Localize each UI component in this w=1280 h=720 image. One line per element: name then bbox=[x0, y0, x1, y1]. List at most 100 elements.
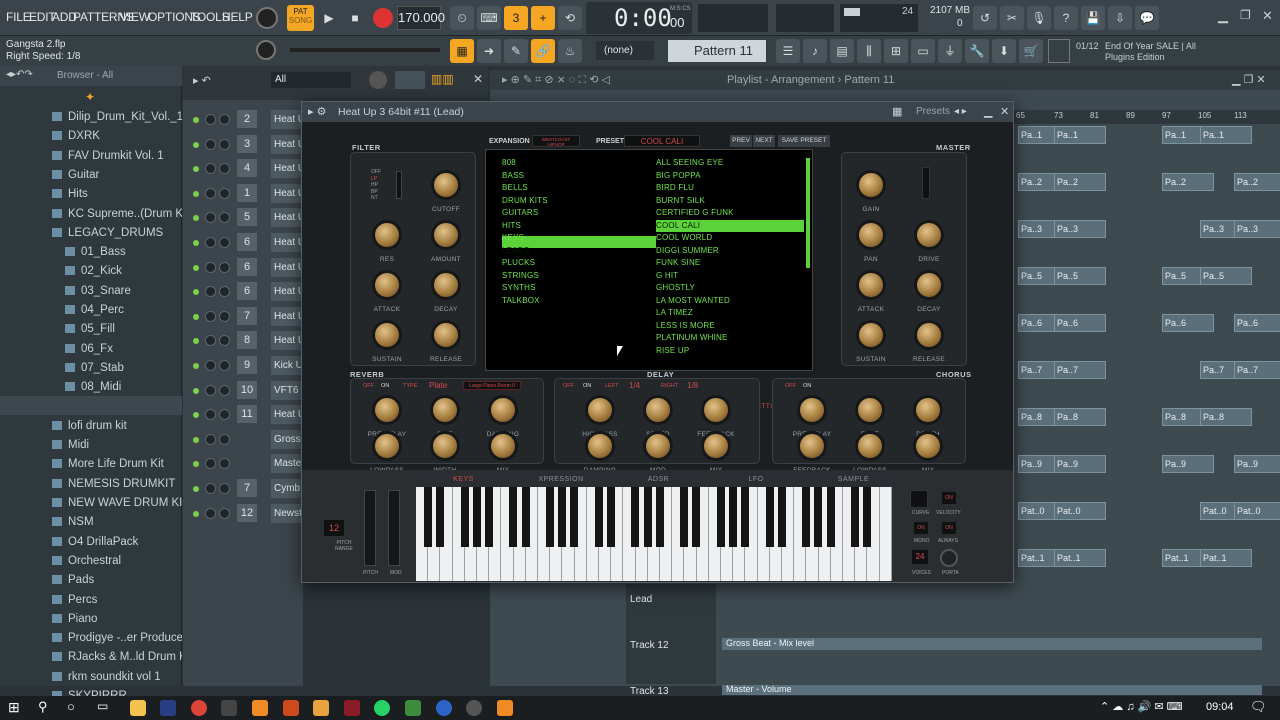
channel-vol-knob[interactable] bbox=[219, 187, 230, 199]
channel-name[interactable]: Master bbox=[271, 454, 303, 474]
master-volume-knob[interactable] bbox=[256, 7, 278, 29]
plug-icon[interactable]: ⏚ bbox=[938, 39, 962, 63]
pencil-icon[interactable]: ✎ bbox=[504, 39, 528, 63]
kb-tab-keys[interactable]: KEYS bbox=[416, 472, 511, 488]
channel-pan-knob[interactable] bbox=[205, 409, 216, 421]
menu-help[interactable]: HELP bbox=[222, 10, 253, 24]
graph-icon[interactable] bbox=[395, 71, 425, 89]
channel-pan-knob[interactable] bbox=[205, 433, 216, 445]
filter-mode-off[interactable]: OFF bbox=[371, 169, 381, 175]
menu-file[interactable]: FILE bbox=[6, 10, 31, 24]
channel-row[interactable]: 10 VFT6 8 bbox=[183, 379, 303, 403]
save-preset-button[interactable]: SAVE PRESET bbox=[778, 135, 830, 147]
channel-pan-knob[interactable] bbox=[205, 335, 216, 347]
browser-item[interactable]: 08_Midi bbox=[0, 378, 182, 397]
piano-roll-icon[interactable]: ♪ bbox=[803, 39, 827, 63]
filter-mode-bp[interactable]: BP bbox=[371, 189, 378, 195]
pitch-wheel[interactable] bbox=[364, 490, 376, 566]
playlist-clip[interactable]: Pa..1 bbox=[1200, 126, 1252, 144]
channel-row[interactable]: 7 Heat U bbox=[183, 305, 303, 329]
channel-row[interactable]: 6 Heat U bbox=[183, 256, 303, 280]
playlist-clip[interactable]: Pat..1 bbox=[1054, 549, 1106, 567]
browser-item[interactable]: 07_Stab bbox=[0, 359, 182, 378]
play-icon[interactable]: ▶ bbox=[317, 6, 341, 30]
delay-k0-knob[interactable] bbox=[588, 398, 612, 422]
channel-number[interactable]: 10 bbox=[237, 380, 257, 399]
clip-gross-beat[interactable]: Gross Beat - Mix level bbox=[722, 638, 1262, 650]
channel-number[interactable]: 7 bbox=[237, 306, 257, 325]
release-knob[interactable] bbox=[434, 323, 458, 347]
close-icon[interactable]: ✕ bbox=[1262, 8, 1273, 24]
presets-label[interactable]: Presets bbox=[916, 102, 950, 122]
preset-nav-icon[interactable]: ◂ ▸ bbox=[954, 102, 967, 122]
browser-item[interactable]: Midi bbox=[0, 436, 182, 455]
track-lead[interactable]: Lead bbox=[630, 594, 652, 605]
channel-number[interactable]: 2 bbox=[237, 110, 257, 128]
category-item[interactable]: GUITARS bbox=[502, 208, 538, 217]
channel-vol-knob[interactable] bbox=[219, 433, 230, 445]
kb-tab-adsr[interactable]: ADSR bbox=[611, 472, 706, 488]
kb-tab-lfo[interactable]: LFO bbox=[708, 472, 804, 488]
chorus-k5-knob[interactable] bbox=[916, 434, 940, 458]
swing-knob[interactable] bbox=[369, 71, 387, 89]
channel-vol-knob[interactable] bbox=[219, 409, 230, 421]
black-key[interactable] bbox=[607, 487, 615, 547]
cortana-icon[interactable]: ○ bbox=[67, 699, 75, 714]
master-release-knob[interactable] bbox=[917, 323, 941, 347]
stop-icon[interactable]: ■ bbox=[343, 6, 367, 30]
time-display[interactable]: 0:00 M:S:CS 00 bbox=[586, 2, 692, 34]
channel-row[interactable]: 2 Heat U bbox=[183, 108, 303, 132]
chrome-icon[interactable] bbox=[191, 700, 207, 716]
black-key[interactable] bbox=[643, 487, 652, 547]
back-icon[interactable]: ◂▸↶↷ bbox=[6, 69, 33, 80]
song-position-slider[interactable] bbox=[290, 48, 440, 52]
chorus-k3-knob[interactable] bbox=[800, 434, 824, 458]
channel-led[interactable] bbox=[193, 289, 199, 296]
preset-item[interactable]: PLATINUM WHINE bbox=[656, 333, 728, 342]
loop-record-icon[interactable]: ⟲ bbox=[558, 6, 582, 30]
channel-row[interactable]: 9 Kick U bbox=[183, 354, 303, 378]
preset-item[interactable]: GHOSTLY bbox=[656, 283, 695, 292]
folder-icon[interactable] bbox=[313, 700, 329, 716]
channel-name[interactable]: Heat U bbox=[271, 159, 303, 179]
metronome-icon[interactable]: ⏲ bbox=[450, 6, 474, 30]
amount-knob[interactable] bbox=[434, 223, 458, 247]
countdown-icon[interactable]: 3 bbox=[504, 6, 528, 30]
piano-icon[interactable]: ▦ bbox=[450, 39, 474, 63]
channel-name[interactable]: Cymb. bbox=[271, 479, 303, 498]
category-item[interactable]: DRUM KITS bbox=[502, 196, 548, 205]
channel-name[interactable]: Heat U bbox=[271, 405, 303, 425]
black-key[interactable] bbox=[741, 487, 750, 547]
delay-k1-knob[interactable] bbox=[646, 398, 670, 422]
channel-pan-knob[interactable] bbox=[205, 384, 216, 396]
channel-vol-knob[interactable] bbox=[219, 507, 230, 519]
app2-icon[interactable] bbox=[405, 700, 421, 716]
black-key[interactable] bbox=[716, 487, 725, 547]
minimize-icon[interactable]: ▁ bbox=[1218, 8, 1228, 24]
tempo-display[interactable]: 170.000 bbox=[397, 6, 445, 30]
filter-mode-switch[interactable] bbox=[396, 171, 402, 199]
channel-led[interactable] bbox=[193, 141, 199, 148]
playlist-clip[interactable]: Pa..1 bbox=[1054, 126, 1106, 144]
channel-name[interactable]: Heat U bbox=[271, 282, 303, 302]
preset-scrollbar[interactable] bbox=[806, 158, 810, 268]
playlist-tools-icon[interactable]: ▸ ⊕ ✎ ⌗ ⊘ ⨯ ◌ ⛶ ⟲ ◁ bbox=[502, 73, 610, 87]
whatsapp-icon[interactable] bbox=[374, 700, 390, 716]
playlist-clip[interactable]: Pa..9 bbox=[1054, 455, 1106, 473]
help-icon[interactable]: ? bbox=[1054, 6, 1078, 30]
channel-vol-knob[interactable] bbox=[219, 114, 230, 125]
playlist-clip[interactable]: Pa..2 bbox=[1234, 173, 1280, 191]
black-key[interactable] bbox=[777, 487, 786, 547]
black-key[interactable] bbox=[765, 487, 774, 547]
menu-view[interactable]: VIEW bbox=[120, 10, 150, 24]
browser-item[interactable]: 06_Fx bbox=[0, 340, 182, 359]
illustrator-icon[interactable] bbox=[283, 700, 299, 716]
reverb-room[interactable]: Large Piano Room II bbox=[463, 381, 521, 390]
category-item[interactable]: TALKBOX bbox=[502, 296, 540, 305]
attack-knob[interactable] bbox=[375, 273, 399, 297]
browser-item[interactable]: 05_Fill bbox=[0, 320, 182, 339]
channel-vol-knob[interactable] bbox=[219, 458, 230, 470]
browser-item[interactable]: KC Supreme..(Drum Kit) bbox=[0, 205, 182, 224]
preset-item[interactable]: ALL SEEING EYE bbox=[656, 158, 723, 167]
chorus-on[interactable]: ON bbox=[803, 383, 811, 389]
